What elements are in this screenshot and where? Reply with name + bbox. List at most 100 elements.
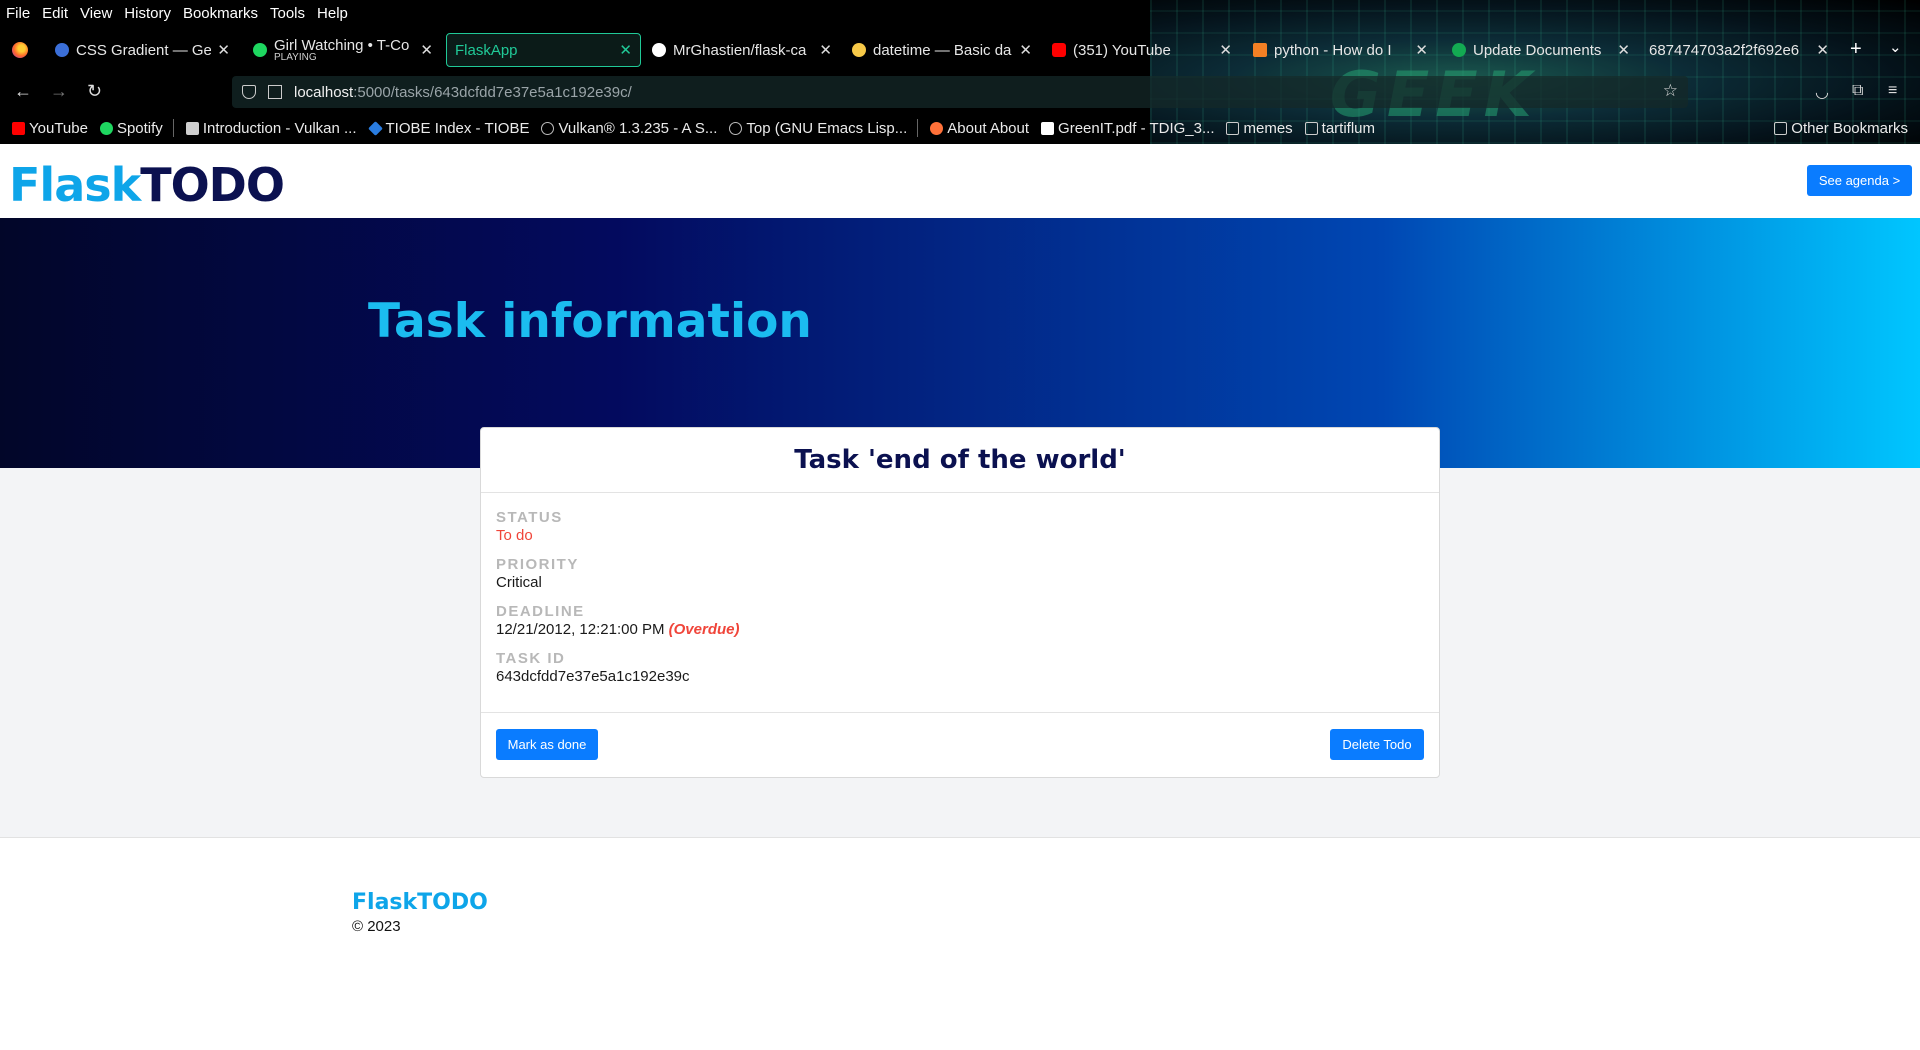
github-icon	[652, 43, 666, 57]
tab-title: (351) YouTube	[1073, 41, 1171, 59]
bookmark-emacs[interactable]: Top (GNU Emacs Lisp...	[729, 120, 907, 137]
status-field: STATUS To do	[496, 509, 1424, 544]
close-icon[interactable]: ✕	[1816, 41, 1829, 59]
bookmark-folder-tartiflum[interactable]: tartiflum	[1304, 119, 1376, 137]
menu-bookmarks[interactable]: Bookmarks	[183, 5, 258, 22]
tab-title: FlaskApp	[455, 41, 518, 59]
deadline-value: 12/21/2012, 12:21:00 PM	[496, 621, 665, 638]
bookmark-spotify[interactable]: Spotify	[99, 120, 163, 137]
close-icon[interactable]: ✕	[217, 41, 230, 59]
extensions-icon[interactable]: ⧉	[1852, 82, 1863, 100]
priority-label: PRIORITY	[496, 556, 579, 573]
close-icon[interactable]: ✕	[1219, 41, 1232, 59]
task-heading: Task 'end of the world'	[481, 428, 1439, 493]
status-label: STATUS	[496, 509, 563, 526]
delete-todo-button[interactable]: Delete Todo	[1330, 729, 1424, 760]
youtube-icon	[1052, 43, 1066, 57]
tab-image[interactable]: 687474703a2f2f692e6 ✕	[1649, 33, 1829, 67]
bookmark-vulkan-intro[interactable]: Introduction - Vulkan ...	[185, 120, 357, 137]
other-bookmarks[interactable]: Other Bookmarks	[1774, 120, 1908, 137]
url-host: localhost	[294, 83, 354, 101]
site-logo[interactable]: FlaskTODO	[9, 158, 285, 212]
bookmark-youtube[interactable]: YouTube	[12, 120, 88, 137]
tab-title: Update Documents	[1473, 41, 1602, 59]
close-icon[interactable]: ✕	[619, 41, 632, 59]
list-tabs-button[interactable]: ⌄	[1889, 38, 1902, 56]
menu-help[interactable]: Help	[317, 5, 348, 22]
bookmark-vulkan-spec[interactable]: Vulkan® 1.3.235 - A S...	[541, 120, 717, 137]
folder-icon	[1304, 121, 1318, 135]
bookmark-separator	[172, 119, 174, 137]
task-card: Task 'end of the world' STATUS To do PRI…	[480, 427, 1440, 778]
close-icon[interactable]: ✕	[819, 41, 832, 59]
status-value: To do	[496, 527, 533, 544]
nav-bar: ← → ↻ localhost:5000/tasks/643dcfdd7e37e…	[0, 76, 1920, 110]
close-icon[interactable]: ✕	[420, 41, 433, 59]
firefox-icon[interactable]	[12, 42, 28, 58]
menu-view[interactable]: View	[80, 5, 112, 22]
bookmark-label: About About	[947, 119, 1030, 137]
new-tab-button[interactable]: +	[1850, 38, 1862, 61]
close-icon[interactable]: ✕	[1415, 41, 1428, 59]
bookmark-label: Vulkan® 1.3.235 - A S...	[558, 119, 718, 137]
spotify-icon	[99, 121, 113, 135]
task-id-label: TASK ID	[496, 650, 566, 667]
youtube-icon	[12, 121, 25, 135]
forward-button[interactable]: →	[50, 81, 68, 102]
browser-chrome: GEEK File Edit View History Bookmarks To…	[0, 0, 1920, 144]
bookmark-greenit[interactable]: GreenIT.pdf - TDIG_3...	[1041, 120, 1214, 137]
logo-part-flask: Flask	[9, 158, 141, 212]
bookmark-folder-memes[interactable]: memes	[1226, 120, 1293, 137]
firefox-icon	[930, 121, 944, 135]
page-icon[interactable]	[268, 85, 282, 99]
bookmark-label: tartiflum	[1321, 119, 1376, 137]
close-icon[interactable]: ✕	[1617, 41, 1630, 59]
overdue-badge: (Overdue)	[668, 621, 740, 638]
site-footer: FlaskTODO © 2023	[0, 837, 1920, 1050]
copyright-text: © 2023	[352, 918, 401, 935]
deadline-label: DEADLINE	[496, 603, 585, 620]
tab-mongodb[interactable]: Update Documents ✕	[1452, 33, 1630, 67]
tab-css-gradient[interactable]: CSS Gradient — Generator ✕	[55, 33, 230, 67]
menu-edit[interactable]: Edit	[42, 5, 68, 22]
task-id-value: 643dcfdd7e37e5a1c192e39c	[496, 668, 690, 685]
menu-history[interactable]: History	[124, 5, 171, 22]
menu-icon[interactable]: ≡	[1888, 82, 1897, 100]
mongodb-icon	[1452, 43, 1466, 57]
spotify-icon	[253, 43, 267, 57]
task-details: STATUS To do PRIORITY Critical DEADLINE …	[481, 493, 1439, 713]
address-bar[interactable]: localhost:5000/tasks/643dcfdd7e37e5a1c19…	[232, 76, 1688, 108]
reload-button[interactable]: ↻	[87, 81, 102, 102]
page-icon	[185, 121, 199, 135]
bookmark-about[interactable]: About About	[930, 120, 1029, 137]
bookmark-star-icon[interactable]: ☆	[1663, 81, 1678, 101]
bookmark-label: TIOBE Index - TIOBE	[385, 119, 530, 137]
back-button[interactable]: ←	[14, 81, 32, 102]
mark-as-done-button[interactable]: Mark as done	[496, 729, 598, 760]
priority-value: Critical	[496, 574, 542, 591]
tab-flaskapp[interactable]: FlaskApp ✕	[446, 33, 641, 67]
globe-icon	[729, 121, 743, 135]
stackoverflow-icon	[1253, 43, 1267, 57]
bookmark-label: YouTube	[29, 119, 88, 137]
pdf-icon	[1041, 121, 1055, 135]
globe-icon	[541, 121, 555, 135]
deadline-row: 12/21/2012, 12:21:00 PM (Overdue)	[496, 621, 1424, 638]
task-id-field: TASK ID 643dcfdd7e37e5a1c192e39c	[496, 650, 1424, 685]
menu-tools[interactable]: Tools	[270, 5, 305, 22]
close-icon[interactable]: ✕	[1019, 41, 1032, 59]
shield-icon[interactable]	[242, 85, 256, 99]
bookmark-tiobe[interactable]: TIOBE Index - TIOBE	[367, 119, 530, 137]
tab-title: python - How do I	[1274, 41, 1392, 59]
menu-file[interactable]: File	[6, 5, 30, 22]
tab-title: datetime — Basic da	[873, 41, 1012, 59]
tiobe-icon	[367, 120, 383, 136]
see-agenda-button[interactable]: See agenda >	[1807, 165, 1912, 196]
tab-youtube[interactable]: (351) YouTube ✕	[1052, 33, 1232, 67]
pocket-icon[interactable]: ◡	[1815, 82, 1829, 102]
tab-python-docs[interactable]: datetime — Basic da ✕	[852, 33, 1032, 67]
menu-bar: File Edit View History Bookmarks Tools H…	[0, 0, 360, 27]
tab-stackoverflow[interactable]: python - How do I ✕	[1253, 33, 1428, 67]
tab-github[interactable]: MrGhastien/flask-ca ✕	[652, 33, 832, 67]
tab-music[interactable]: Girl Watching • T-Co PLAYING ✕	[253, 33, 433, 67]
